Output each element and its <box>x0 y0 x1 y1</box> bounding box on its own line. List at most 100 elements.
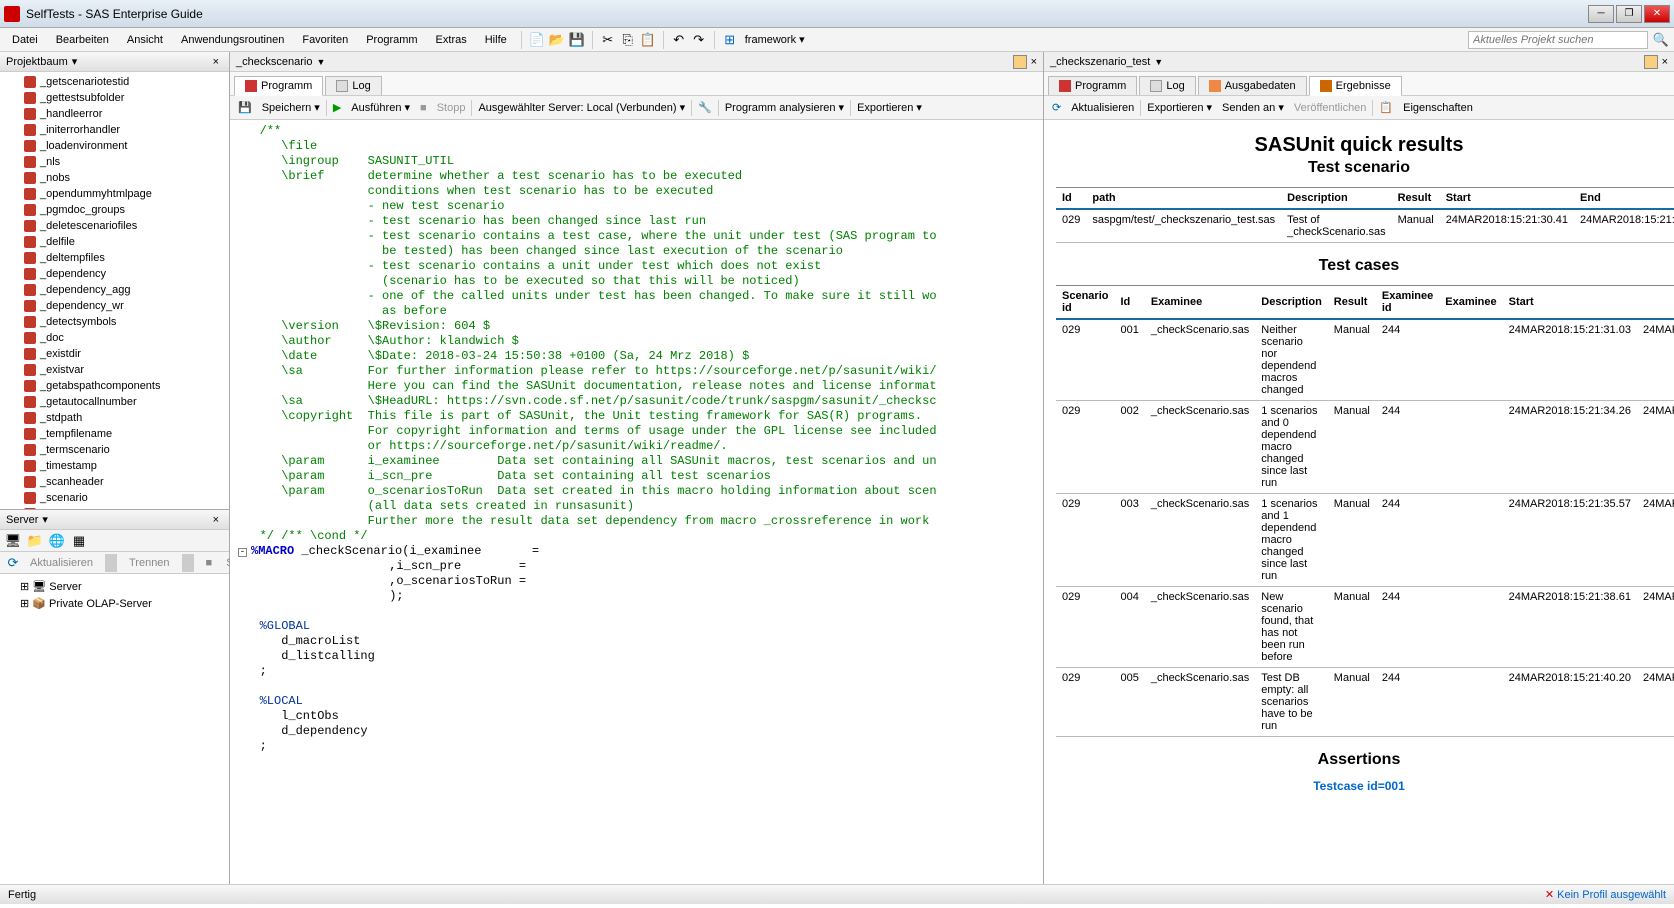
testcases-table: Scenario idIdExamineeDescriptionResultEx… <box>1056 285 1674 737</box>
tab-ausgabedaten[interactable]: Ausgabedaten <box>1198 76 1307 95</box>
tree-item[interactable]: _gettestsubfolder <box>0 90 229 106</box>
close-button[interactable]: ✕ <box>1644 5 1670 23</box>
cube-icon[interactable]: ▦ <box>70 532 88 550</box>
server-disconnect-button[interactable]: Trennen <box>123 557 176 569</box>
server-node[interactable]: ⊞ 📦 Private OLAP-Server <box>4 595 225 612</box>
code-editor[interactable]: /** \file \ingroup SASUNIT_UTIL \brief d… <box>230 120 1043 884</box>
framework-dropdown[interactable]: framework ▾ <box>741 33 809 46</box>
project-search-input[interactable] <box>1468 31 1648 49</box>
flow-icon[interactable]: ⊞ <box>721 31 739 49</box>
paste-icon[interactable]: 📋 <box>639 31 657 49</box>
server-refresh-button[interactable]: Aktualisieren <box>24 557 99 569</box>
project-tree[interactable]: _getscenariotestid_gettestsubfolder_hand… <box>0 72 229 509</box>
menu-favoriten[interactable]: Favoriten <box>294 32 356 48</box>
tree-item[interactable]: _stdpath <box>0 410 229 426</box>
tree-item[interactable]: _delfile <box>0 234 229 250</box>
redo-icon[interactable]: ↷ <box>690 31 708 49</box>
tree-item[interactable]: _initerrorhandler <box>0 122 229 138</box>
tree-item[interactable]: _existvar <box>0 362 229 378</box>
tab-log[interactable]: Log <box>1139 76 1195 95</box>
server-selector[interactable]: Ausgewählter Server: Local (Verbunden) ▾ <box>474 101 689 114</box>
tree-item[interactable]: _pgmdoc_groups <box>0 202 229 218</box>
undo-icon[interactable]: ↶ <box>670 31 688 49</box>
server-tree[interactable]: ⊞ 🖥 Server ⊞ 📦 Private OLAP-Server <box>0 574 229 884</box>
status-profile[interactable]: Kein Profil ausgewählt <box>1545 888 1666 901</box>
tab-ergebnisse[interactable]: Ergebnisse <box>1309 76 1402 96</box>
menu-bearbeiten[interactable]: Bearbeiten <box>48 32 117 48</box>
tree-item[interactable]: _termscenario <box>0 442 229 458</box>
chevron-down-icon[interactable]: ▼ <box>316 57 325 67</box>
tree-item[interactable]: _opendummyhtmlpage <box>0 186 229 202</box>
menu-anwendungsroutinen[interactable]: Anwendungsroutinen <box>173 32 292 48</box>
export-button[interactable]: Exportieren ▾ <box>1143 101 1216 114</box>
center-doc-name[interactable]: _checkscenario <box>236 56 312 68</box>
tree-item[interactable]: _loadenvironment <box>0 138 229 154</box>
tree-item[interactable]: _tempfilename <box>0 426 229 442</box>
tree-item[interactable]: _existdir <box>0 346 229 362</box>
right-doc-name[interactable]: _checkszenario_test <box>1050 56 1150 68</box>
tab-log[interactable]: Log <box>325 76 381 95</box>
globe-icon[interactable]: 🌐 <box>48 532 66 550</box>
testcase-link[interactable]: Testcase id=001 <box>1056 779 1662 793</box>
server-icon[interactable]: 🖥 <box>4 532 22 550</box>
search-icon[interactable]: 🔍 <box>1652 31 1670 49</box>
tree-item[interactable]: _dependency_agg <box>0 282 229 298</box>
tree-item[interactable]: _getscenariotestid <box>0 74 229 90</box>
tree-item[interactable]: _getautocallnumber <box>0 394 229 410</box>
pin-icon[interactable]: ▾ <box>68 55 82 68</box>
maximize-doc-icon[interactable] <box>1013 55 1027 69</box>
menu-ansicht[interactable]: Ansicht <box>119 32 171 48</box>
tree-item[interactable]: _nls <box>0 154 229 170</box>
minimize-button[interactable]: ─ <box>1588 5 1614 23</box>
tree-item[interactable]: _scenario <box>0 490 229 506</box>
tree-item[interactable]: _scanheader <box>0 474 229 490</box>
folder-icon[interactable]: 📁 <box>26 532 44 550</box>
tree-item[interactable]: _nobs <box>0 170 229 186</box>
menu-programm[interactable]: Programm <box>358 32 425 48</box>
server-toolbar-icons: 🖥 📁 🌐 ▦ <box>0 530 229 552</box>
menu-hilfe[interactable]: Hilfe <box>477 32 515 48</box>
tool-icon[interactable]: 🔧 <box>694 101 716 114</box>
tree-item[interactable]: _doc <box>0 330 229 346</box>
center-doc-header: _checkscenario ▼ × <box>230 52 1043 72</box>
tab-programm[interactable]: Programm <box>234 76 323 96</box>
open-icon[interactable]: 📂 <box>548 31 566 49</box>
run-button[interactable]: Ausführen ▾ <box>347 101 414 114</box>
tab-programm[interactable]: Programm <box>1048 76 1137 95</box>
results-viewer[interactable]: SASUnit quick results Test scenario Idpa… <box>1044 120 1674 884</box>
tree-item[interactable]: _deltempfiles <box>0 250 229 266</box>
copy-icon[interactable]: ⎘ <box>619 31 637 49</box>
close-doc-icon[interactable]: × <box>1031 56 1037 68</box>
analyze-button[interactable]: Programm analysieren ▾ <box>721 101 848 114</box>
maximize-doc-icon[interactable] <box>1644 55 1658 69</box>
close-panel-icon[interactable]: × <box>209 56 223 68</box>
cut-icon[interactable]: ✂ <box>599 31 617 49</box>
refresh-button[interactable]: Aktualisieren <box>1067 102 1138 114</box>
server-node[interactable]: ⊞ 🖥 Server <box>4 578 225 595</box>
save-button[interactable]: Speichern ▾ <box>258 101 324 114</box>
tree-item[interactable]: _timestamp <box>0 458 229 474</box>
close-panel-icon[interactable]: × <box>209 514 223 526</box>
tree-item[interactable]: _handleerror <box>0 106 229 122</box>
maximize-button[interactable]: ❐ <box>1616 5 1642 23</box>
new-icon[interactable]: 📄 <box>528 31 546 49</box>
tree-item[interactable]: _dependency_wr <box>0 298 229 314</box>
close-doc-icon[interactable]: × <box>1662 56 1668 68</box>
tree-item[interactable]: _dependency <box>0 266 229 282</box>
export-button[interactable]: Exportieren ▾ <box>853 101 926 114</box>
center-tabstrip: Programm Log <box>230 72 1043 96</box>
props-button[interactable]: Eigenschaften <box>1399 102 1477 114</box>
send-button[interactable]: Senden an ▾ <box>1218 101 1288 114</box>
stop-button: Stopp <box>433 102 470 114</box>
menu-extras[interactable]: Extras <box>428 32 475 48</box>
tree-item[interactable]: _getabspathcomponents <box>0 378 229 394</box>
menu-datei[interactable]: Datei <box>4 32 46 48</box>
chevron-down-icon[interactable]: ▼ <box>1154 57 1163 67</box>
right-toolbar: ⟳Aktualisieren Exportieren ▾ Senden an ▾… <box>1044 96 1674 120</box>
refresh-icon[interactable]: ⟳ <box>4 554 22 572</box>
tree-item[interactable]: _detectsymbols <box>0 314 229 330</box>
save-icon[interactable]: 💾 <box>568 31 586 49</box>
pin-icon[interactable]: ▾ <box>38 513 52 526</box>
tree-item[interactable]: _deletescenariofiles <box>0 218 229 234</box>
menubar: Datei Bearbeiten Ansicht Anwendungsrouti… <box>0 28 1674 52</box>
